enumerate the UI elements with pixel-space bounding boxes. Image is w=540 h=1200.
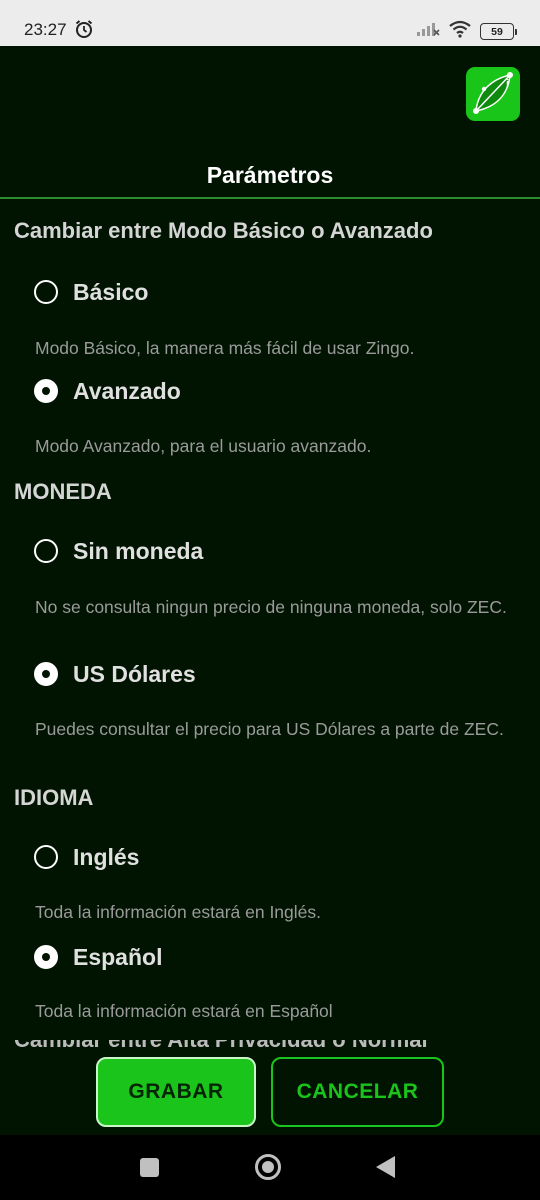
option-description: Toda la información estará en Español — [35, 1001, 333, 1021]
radio-option-basico[interactable]: Básico — [34, 277, 148, 307]
radio-unchecked-icon[interactable] — [34, 845, 58, 869]
page-title: Parámetros — [206, 162, 334, 188]
battery-icon: 59 — [480, 23, 517, 40]
option-description: Modo Básico, la manera más fácil de usar… — [35, 338, 415, 358]
radio-option-avanzado[interactable]: Avanzado — [34, 376, 181, 406]
status-time: 23:27 — [24, 20, 67, 39]
zingo-logo-icon[interactable]: i — [466, 67, 520, 121]
home-circle-icon[interactable] — [255, 1154, 281, 1180]
radio-unchecked-icon[interactable] — [34, 539, 58, 563]
title-divider — [0, 197, 540, 199]
section-title-currency: MONEDA — [14, 479, 112, 504]
option-description: No se consulta ningun precio de ninguna … — [35, 597, 507, 617]
back-triangle-icon[interactable] — [376, 1156, 395, 1178]
radio-checked-icon[interactable] — [34, 662, 58, 686]
section-title-mode: Cambiar entre Modo Básico o Avanzado — [14, 218, 433, 243]
cancel-button[interactable]: CANCELAR — [271, 1057, 444, 1127]
radio-option-espanol[interactable]: Español — [34, 942, 162, 972]
option-label: Avanzado — [73, 377, 181, 404]
svg-text:i: i — [506, 78, 509, 90]
alarm-icon — [74, 19, 94, 44]
radio-option-ingles[interactable]: Inglés — [34, 842, 139, 872]
option-description: Puedes consultar el precio para US Dólar… — [35, 719, 504, 739]
signal-icon — [416, 21, 440, 42]
option-label: Inglés — [73, 843, 140, 870]
radio-checked-icon[interactable] — [34, 379, 58, 403]
option-label: Español — [73, 943, 163, 970]
wifi-icon — [448, 20, 472, 43]
option-description: Modo Avanzado, para el usuario avanzado. — [35, 436, 372, 456]
status-bar: 23:27 59 — [0, 0, 540, 46]
option-description: Toda la información estará en Inglés. — [35, 902, 321, 922]
radio-checked-icon[interactable] — [34, 945, 58, 969]
option-label: Básico — [73, 278, 149, 305]
option-label: US Dólares — [73, 660, 196, 687]
section-title-privacy-partial: Cambiar entre Alta Privacidad o Normal — [14, 1040, 428, 1052]
radio-unchecked-icon[interactable] — [34, 280, 58, 304]
section-title-language: IDIOMA — [14, 785, 94, 810]
option-label: Sin moneda — [73, 537, 204, 564]
radio-option-sin-moneda[interactable]: Sin moneda — [34, 536, 203, 566]
radio-option-us-dolares[interactable]: US Dólares — [34, 659, 196, 689]
recents-square-icon[interactable] — [140, 1158, 159, 1177]
section-title-privacy-text: Cambiar entre Alta Privacidad o Normal — [14, 1040, 428, 1052]
save-button[interactable]: GRABAR — [96, 1057, 256, 1127]
